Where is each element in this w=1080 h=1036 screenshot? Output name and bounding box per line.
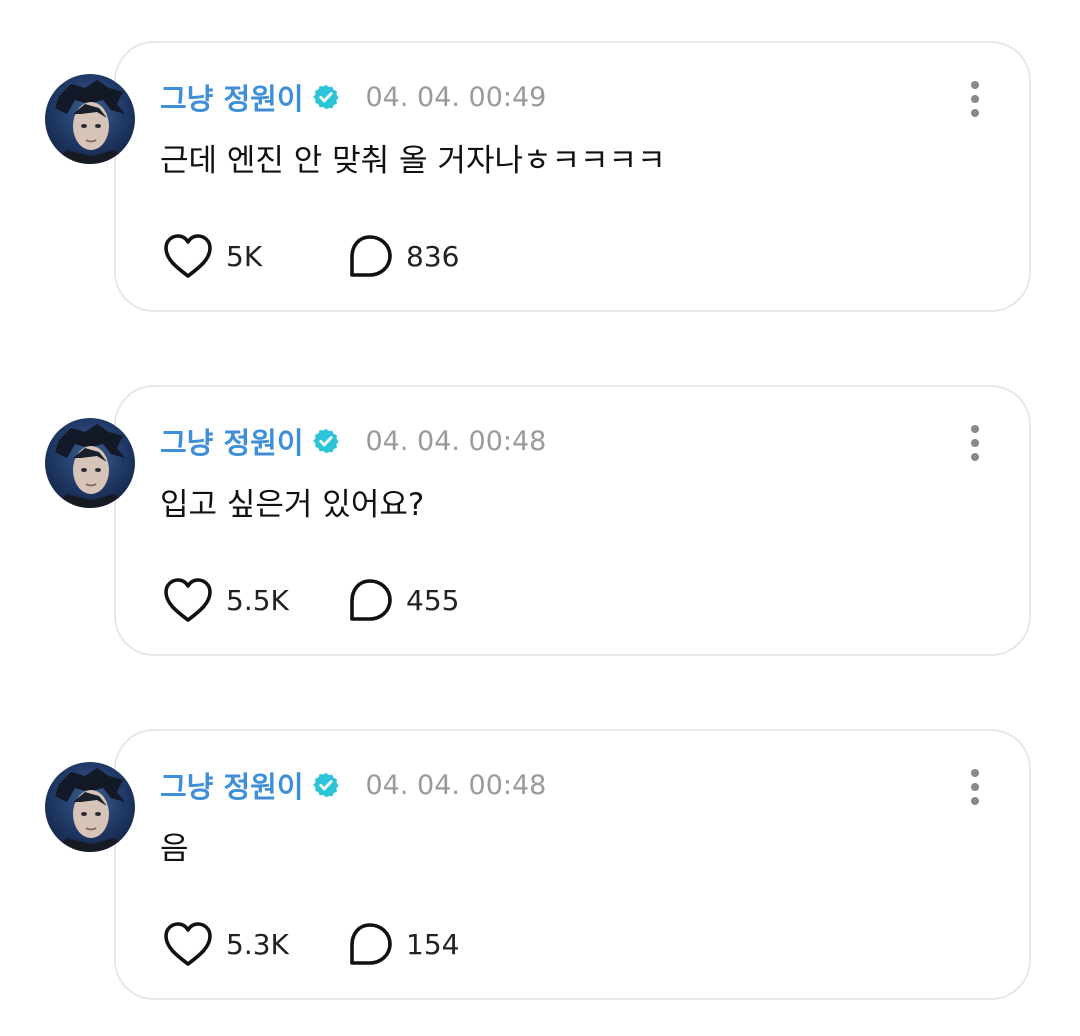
post-timestamp: 04. 04. 00:49 [365, 81, 547, 113]
post-actions: 5.3K 154 [162, 919, 459, 969]
vertical-dots-icon [971, 769, 979, 805]
post-timestamp: 04. 04. 00:48 [365, 425, 547, 457]
more-options-button[interactable] [963, 767, 987, 807]
heart-outline-icon [164, 922, 212, 966]
comment-button[interactable]: 836 [346, 233, 459, 279]
verified-badge-icon [312, 772, 339, 798]
avatar-image [53, 424, 129, 508]
vertical-dots-icon [971, 81, 979, 117]
more-options-button[interactable] [963, 79, 987, 119]
like-button[interactable]: 5.3K [162, 920, 346, 968]
avatar-image [53, 80, 129, 164]
post-header: 그냥 정원이 04. 04. 00:49 [160, 77, 546, 117]
verified-badge-icon [312, 84, 339, 110]
like-button[interactable]: 5K [162, 232, 346, 280]
post-header: 그냥 정원이 04. 04. 00:48 [160, 765, 546, 805]
comment-count: 836 [406, 239, 460, 273]
comment-count: 455 [406, 583, 460, 617]
post-content: 음 [160, 831, 189, 867]
comment-button[interactable]: 154 [346, 921, 459, 967]
author-name[interactable]: 그냥 정원이 [160, 76, 304, 118]
verified-badge-icon [312, 428, 339, 454]
speech-bubble-icon [350, 235, 392, 277]
post-card-body[interactable]: 그냥 정원이 04. 04. 00:48 입고 싶은거 있어요? 5.5K 45… [114, 385, 1031, 656]
post-card-body[interactable]: 그냥 정원이 04. 04. 00:48 음 5.3K 154 [114, 729, 1031, 1000]
comment-button[interactable]: 455 [346, 577, 459, 623]
post-header: 그냥 정원이 04. 04. 00:48 [160, 421, 546, 461]
avatar[interactable] [45, 74, 135, 164]
post-content: 입고 싶은거 있어요? [160, 487, 425, 523]
post-card: 그냥 정원이 04. 04. 00:48 음 5.3K 154 [0, 729, 1080, 1009]
like-button[interactable]: 5.5K [162, 576, 346, 624]
post-content: 근데 엔진 안 맞춰 올 거자나ㅎㅋㅋㅋㅋ [160, 143, 666, 179]
heart-outline-icon [164, 234, 212, 278]
post-card: 그냥 정원이 04. 04. 00:48 입고 싶은거 있어요? 5.5K 45… [0, 385, 1080, 665]
comment-count: 154 [406, 927, 460, 961]
avatar[interactable] [45, 762, 135, 852]
like-count: 5.5K [226, 583, 289, 617]
speech-bubble-icon [350, 923, 392, 965]
like-count: 5K [226, 239, 263, 273]
avatar-image [53, 768, 129, 852]
speech-bubble-icon [350, 579, 392, 621]
post-card: 그냥 정원이 04. 04. 00:49 근데 엔진 안 맞춰 올 거자나ㅎㅋㅋ… [0, 41, 1080, 321]
author-name[interactable]: 그냥 정원이 [160, 420, 304, 462]
post-actions: 5.5K 455 [162, 575, 459, 625]
heart-outline-icon [164, 578, 212, 622]
more-options-button[interactable] [963, 423, 987, 463]
avatar[interactable] [45, 418, 135, 508]
post-actions: 5K 836 [162, 231, 459, 281]
like-count: 5.3K [226, 927, 289, 961]
vertical-dots-icon [971, 425, 979, 461]
post-timestamp: 04. 04. 00:48 [365, 769, 547, 801]
author-name[interactable]: 그냥 정원이 [160, 764, 304, 806]
post-card-body[interactable]: 그냥 정원이 04. 04. 00:49 근데 엔진 안 맞춰 올 거자나ㅎㅋㅋ… [114, 41, 1031, 312]
